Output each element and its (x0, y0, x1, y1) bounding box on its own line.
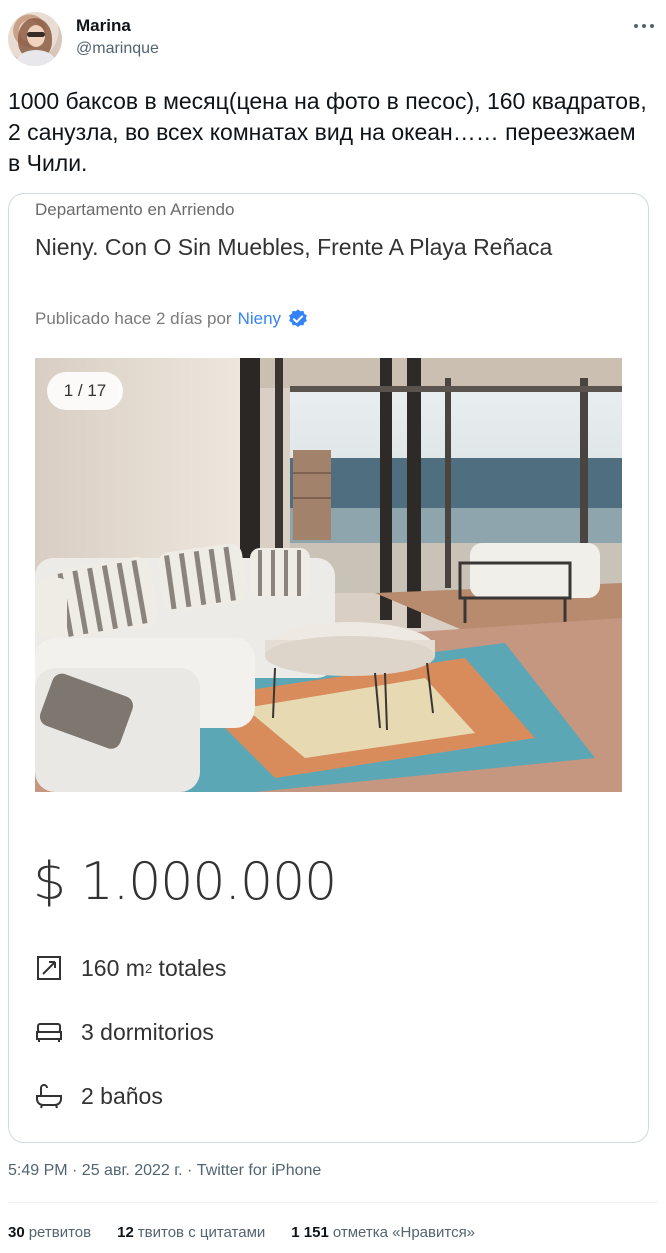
published-text: Publicado hace 2 días por (35, 309, 232, 328)
listing-title: Nieny. Con O Sin Muebles, Frente A Playa… (35, 234, 553, 260)
retweets-stat[interactable]: 30 ретвитов (8, 1224, 91, 1241)
area-icon (37, 956, 61, 980)
bathtub-icon (36, 1084, 62, 1109)
retweets-label: ретвитов (28, 1224, 92, 1241)
likes-label: отметка «Нравится» (332, 1224, 476, 1241)
area-value: 160 m (81, 954, 145, 981)
tweet-timestamp[interactable]: 5:49 PM · 25 авг. 2022 г. · Twitter for … (8, 1162, 321, 1180)
more-options-icon[interactable] (632, 16, 656, 36)
author-name[interactable]: Marina (76, 16, 131, 36)
seller-link: Nieny (237, 309, 282, 328)
likes-count: 1 151 (291, 1224, 329, 1241)
quotes-stat[interactable]: 12 твитов с цитатами (117, 1224, 265, 1241)
listing-price: $ 1.000.000 (33, 852, 337, 912)
tweet-stats: 30 ретвитов 12 твитов с цитатами 1 151 отме… (8, 1224, 501, 1241)
quotes-count: 12 (117, 1224, 134, 1241)
bed-icon (36, 1023, 62, 1042)
feature-bedrooms: 3 dormitorios (35, 1018, 214, 1046)
listing-type: Departamento en Arriendo (35, 200, 235, 219)
listing-screenshot[interactable]: Departamento en Arriendo Nieny. Con O Si… (8, 193, 649, 1143)
area-unit-sup: 2 (144, 960, 153, 976)
photo-counter: 1 / 17 (47, 372, 123, 410)
bedrooms-text: 3 dormitorios (81, 1018, 214, 1045)
listing-published: Publicado hace 2 días por Nieny (35, 308, 309, 330)
listing-photo[interactable]: 1 / 17 (35, 358, 622, 792)
bathrooms-text: 2 baños (81, 1082, 163, 1109)
apartment-photo-illustration (35, 358, 622, 792)
verified-badge-icon (289, 309, 307, 327)
retweets-count: 30 (8, 1224, 25, 1241)
author-avatar[interactable] (8, 12, 62, 66)
quotes-label: твитов с цитатами (137, 1224, 266, 1241)
divider (8, 1202, 658, 1203)
feature-bathrooms: 2 baños (35, 1082, 163, 1110)
tweet-header: Marina @marinque (8, 12, 658, 68)
author-handle[interactable]: @marinque (76, 40, 159, 58)
tweet-text: 1000 баксов в месяц(цена на фото в песос… (8, 88, 647, 176)
likes-stat[interactable]: 1 151 отметка «Нравится» (291, 1224, 475, 1241)
area-suffix: totales (152, 954, 227, 981)
feature-area: 160 m2 totales (35, 954, 226, 982)
